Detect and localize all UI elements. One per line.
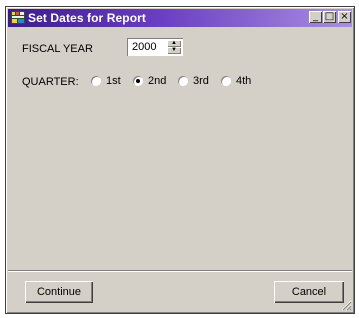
- radio-label: 1st: [106, 75, 121, 87]
- button-separator: [8, 270, 352, 272]
- cancel-button[interactable]: Cancel: [274, 281, 344, 303]
- minimize-button[interactable]: _: [309, 11, 322, 23]
- maximize-button[interactable]: □: [323, 11, 336, 23]
- quarter-label: QUARTER:: [22, 76, 79, 88]
- fiscal-year-label: FISCAL YEAR: [22, 43, 93, 55]
- spin-up-button[interactable]: ▲: [167, 40, 181, 47]
- spinner-arrows[interactable]: ▲ ▼: [167, 40, 181, 54]
- radio-button[interactable]: [221, 76, 231, 86]
- set-dates-dialog: Set Dates for Report _ □ × FISCAL YEAR 2…: [5, 6, 355, 314]
- radio-label: 2nd: [148, 75, 167, 87]
- radio-button[interactable]: [91, 76, 101, 86]
- spin-down-button[interactable]: ▼: [167, 47, 181, 54]
- radio-quarter-3rd[interactable]: 3rd: [178, 75, 209, 87]
- radio-label: 3rd: [193, 75, 209, 87]
- radio-button[interactable]: [178, 76, 188, 86]
- resize-grip-icon[interactable]: [340, 299, 352, 311]
- window-title: Set Dates for Report: [28, 11, 147, 25]
- title-bar[interactable]: Set Dates for Report _ □ ×: [8, 9, 352, 27]
- fiscal-year-value[interactable]: 2000: [132, 41, 156, 53]
- close-button[interactable]: ×: [338, 11, 351, 23]
- radio-quarter-1st[interactable]: 1st: [91, 75, 121, 87]
- radio-label: 4th: [236, 75, 252, 87]
- fiscal-year-spinner[interactable]: 2000 ▲ ▼: [127, 38, 183, 56]
- radio-quarter-4th[interactable]: 4th: [221, 75, 251, 87]
- radio-button[interactable]: [133, 76, 143, 86]
- radio-quarter-2nd[interactable]: 2nd: [133, 75, 166, 87]
- app-icon: [11, 11, 25, 24]
- continue-button[interactable]: Continue: [25, 281, 93, 303]
